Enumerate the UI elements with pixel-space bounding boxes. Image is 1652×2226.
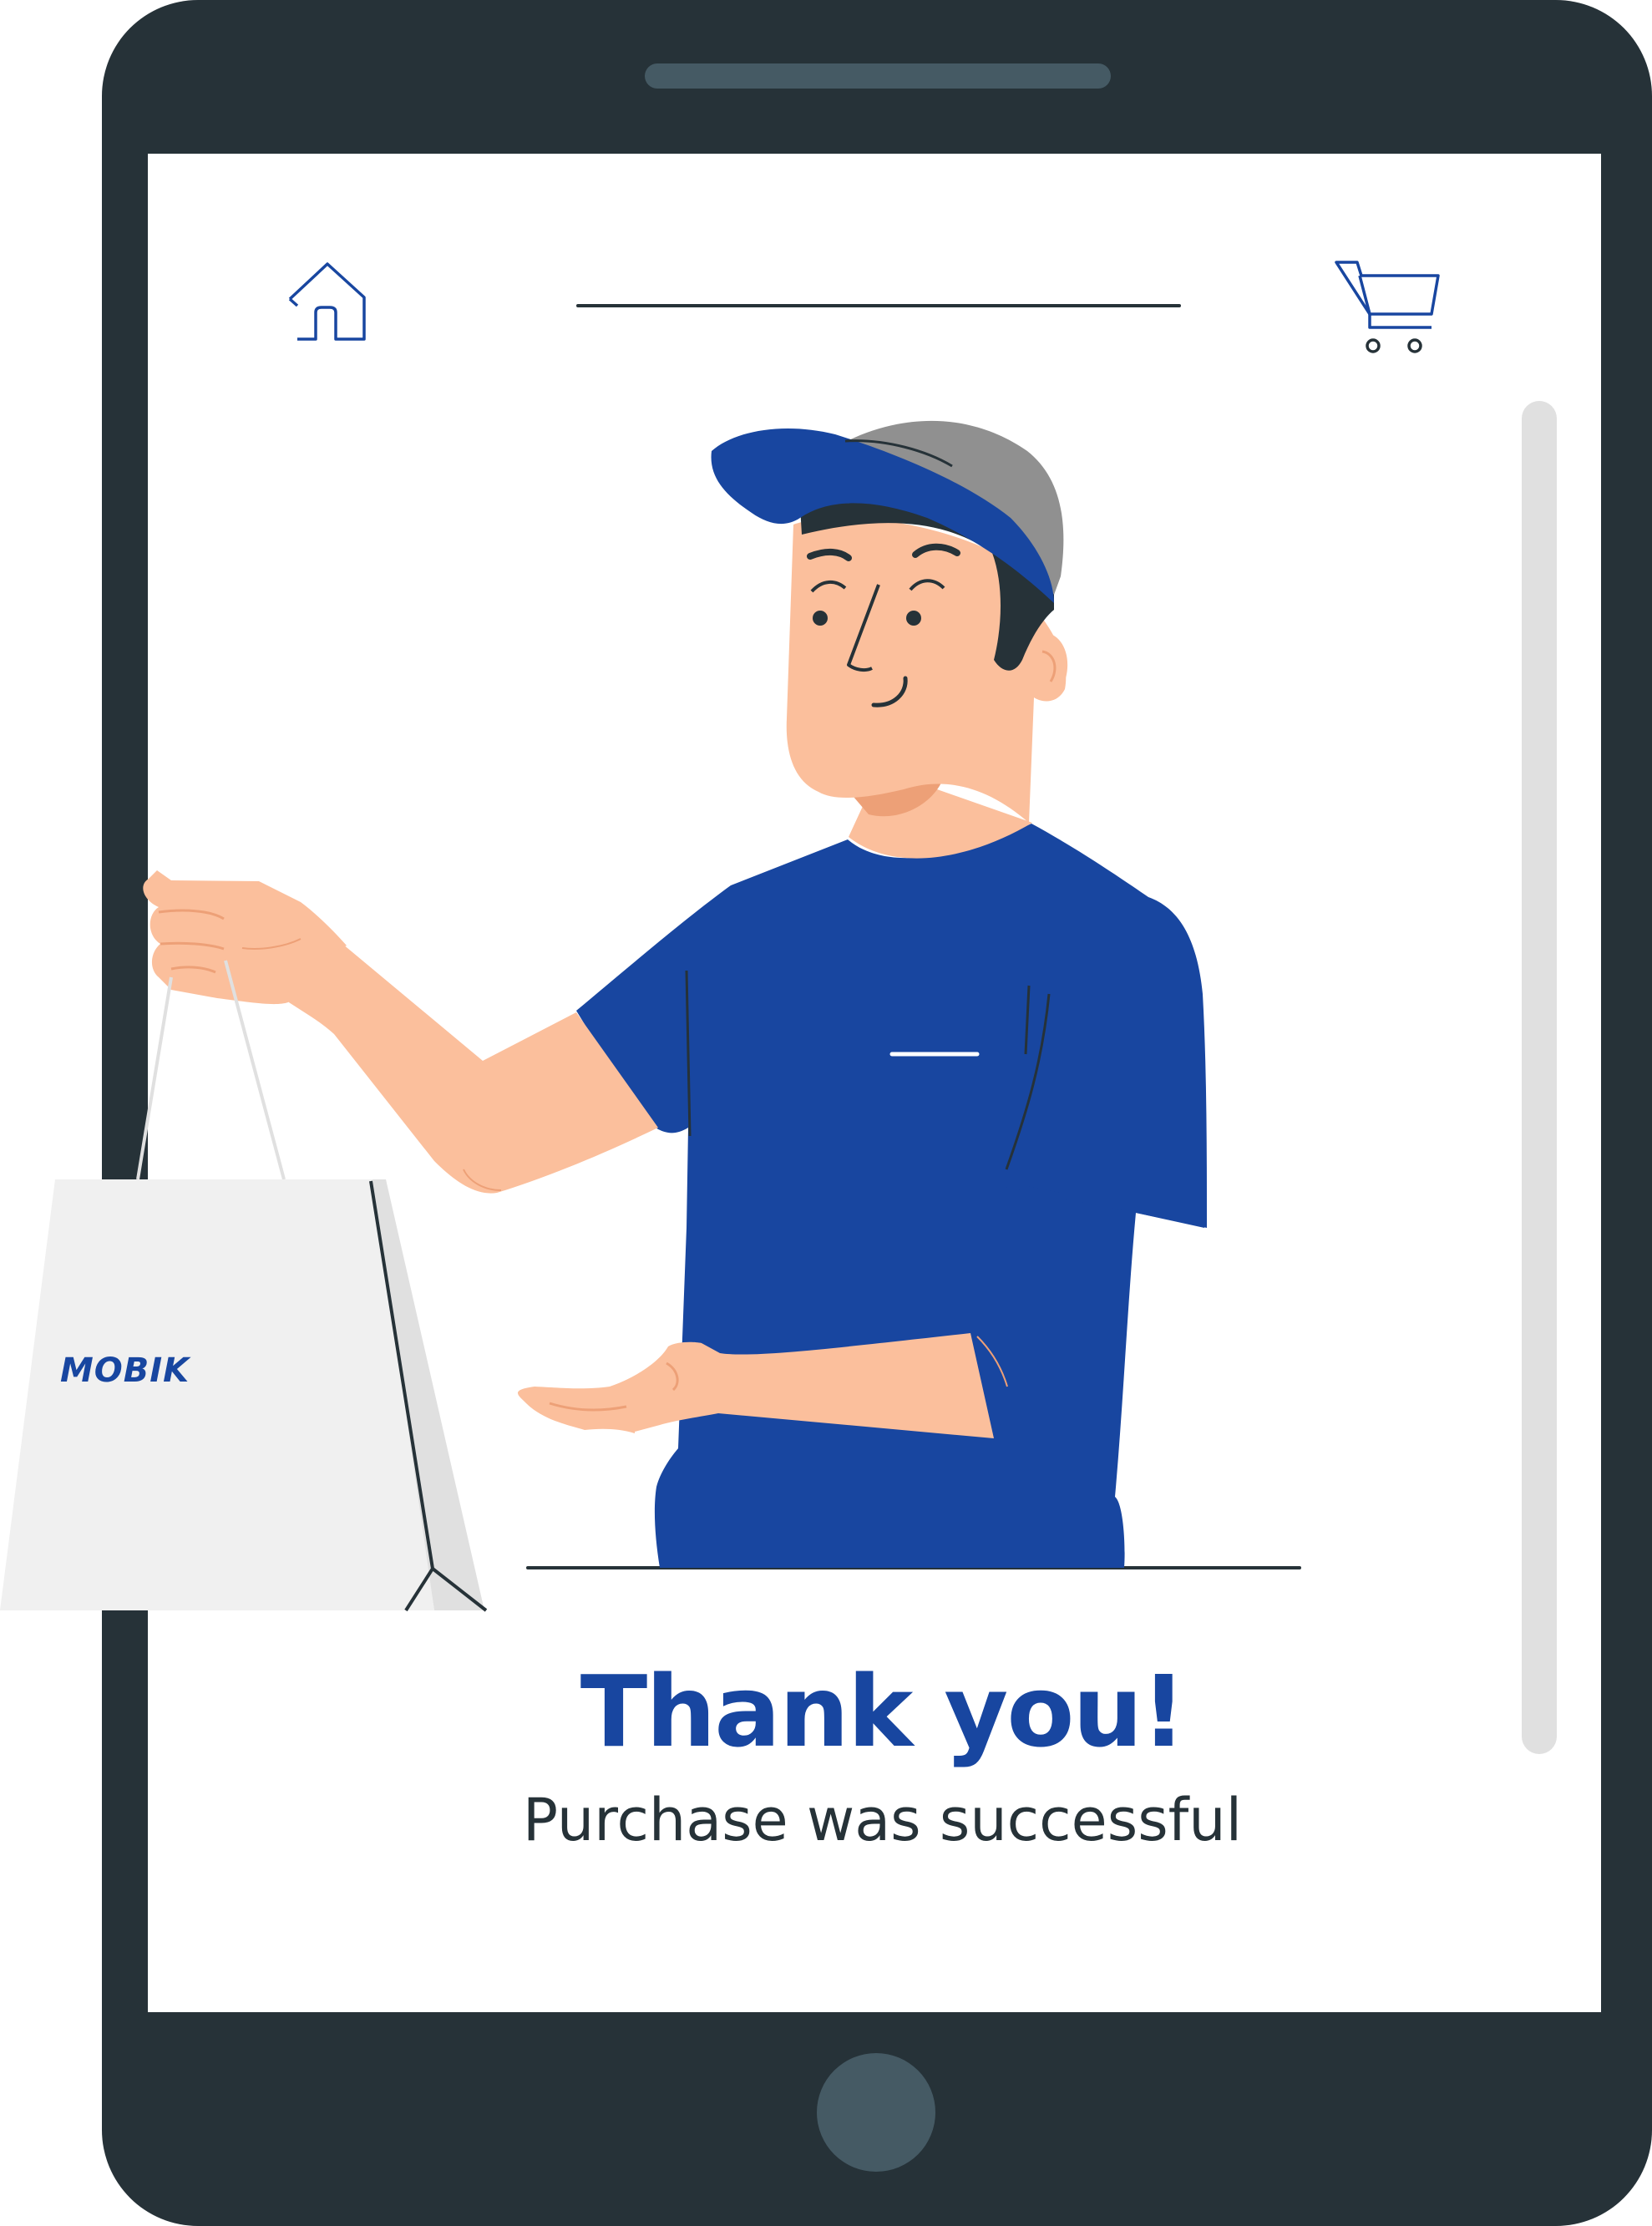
thank-you-title: Thank you! — [580, 1654, 1187, 1769]
thank-you-screen: MOBIK Thank you! Purchase was successful — [0, 0, 1652, 2226]
illustration — [0, 261, 1440, 1612]
cart-icon[interactable] — [1335, 261, 1440, 353]
home-icon[interactable] — [288, 262, 366, 341]
bag-brand-label: MOBIK — [60, 1351, 190, 1390]
purchase-success-subtitle: Purchase was successful — [522, 1786, 1243, 1854]
